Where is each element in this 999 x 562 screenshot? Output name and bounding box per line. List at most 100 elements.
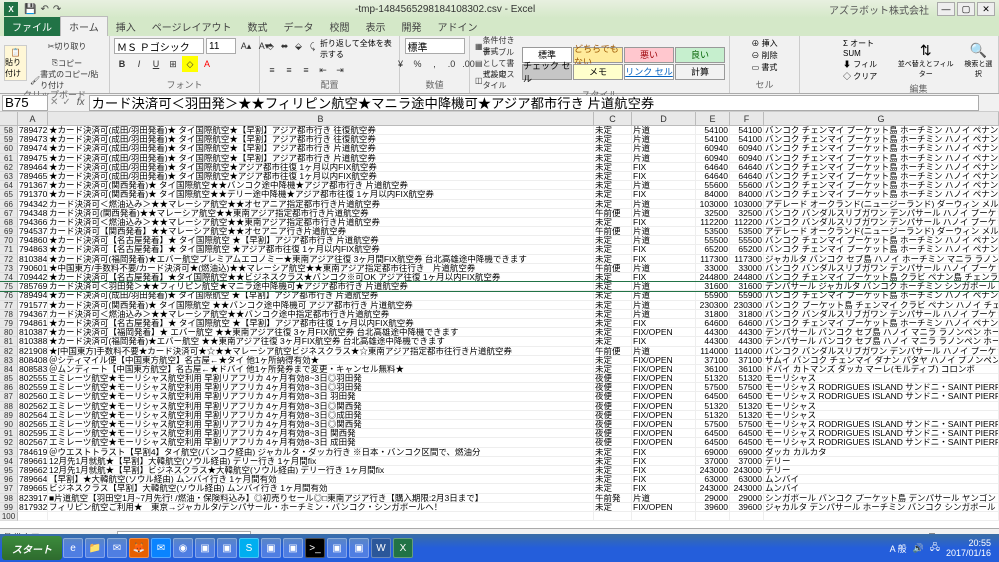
cell[interactable]: ドバイ カトマンズ ダッカ マーレ(モルディブ) コロンボ [764, 365, 999, 374]
cell[interactable]: バンコク チェンマイ プーケット島 ホーチミン ハノイ ペナン島 ヤンゴン マン [764, 291, 999, 300]
table-row[interactable]: 92802567エミレーツ航空★モーリシャス航空利用 早割リアフリカ 4ヶ月有効… [0, 438, 999, 447]
worksheet-grid[interactable]: ABCDEFG 58789472★カード決済可(成田/羽田発着)★ タイ国際航空… [0, 112, 999, 528]
cell[interactable]: アデレード オークランド(ニュージーランド) ダーウィン メルボルン パース( [764, 227, 999, 236]
style-memo[interactable]: メモ [573, 64, 623, 80]
cell[interactable]: 810384 [18, 255, 48, 264]
cell[interactable]: ★中国東方/手数料不要/カード決済可★(燃油込)★★マレーシア航空★★東南アジア… [48, 264, 594, 273]
cell[interactable]: 未定 [594, 135, 632, 144]
cell[interactable]: 64500 [730, 392, 764, 401]
cell[interactable] [18, 512, 48, 521]
cell[interactable]: 54100 [730, 135, 764, 144]
cell[interactable]: 114000 [696, 347, 730, 356]
cell[interactable]: 片道 [632, 181, 696, 190]
cell[interactable]: 64640 [730, 172, 764, 181]
currency-icon[interactable]: ¥ [393, 56, 409, 72]
cell[interactable]: 未定 [594, 245, 632, 254]
cell[interactable]: 29000 [730, 494, 764, 503]
cell[interactable]: 37000 [730, 457, 764, 466]
cell[interactable]: 794863 [18, 245, 48, 254]
cell[interactable]: FIX [632, 484, 696, 493]
style-neutral[interactable]: どちらでもない [573, 47, 623, 63]
cell[interactable]: 未定 [594, 163, 632, 172]
cell[interactable]: ＠ムンディート【中国東方航空】名古屋←★ドバイ 他1ヶ所発券まで変更・キャンセル… [48, 365, 594, 374]
cell[interactable]: 57500 [730, 383, 764, 392]
cell[interactable]: 64500 [730, 438, 764, 447]
cell[interactable]: 55500 [696, 236, 730, 245]
cell[interactable]: バンコク チェンマイ プーケット島 ホーチミン ハノイ ペナン島 ヤンゴン マン [764, 172, 999, 181]
cell[interactable]: 未定 [594, 310, 632, 319]
table-row[interactable]: 62789464★カード決済可(成田/羽田発着)★ タイ国際航空★アジア都市往復… [0, 163, 999, 172]
cell[interactable]: 夜便 [594, 392, 632, 401]
cell-styles-button[interactable]: ◫ セルのスタイル [474, 72, 516, 88]
row-header[interactable]: 80 [0, 328, 18, 337]
row-header[interactable]: 61 [0, 154, 18, 163]
row-header[interactable]: 65 [0, 190, 18, 199]
ribbon-tab-5[interactable]: データ [276, 17, 322, 36]
cell[interactable]: 39600 [696, 503, 730, 512]
row-header[interactable]: 92 [0, 438, 18, 447]
cell[interactable]: 789474 [18, 144, 48, 153]
cell[interactable]: 243000 [696, 466, 730, 475]
cell[interactable]: バンコク チェンマイ プーケット島 ホーチミン ハノイ ペナン島 ヤンゴン マン [764, 163, 999, 172]
cell[interactable]: 243000 [730, 466, 764, 475]
cell[interactable]: 802562 [18, 402, 48, 411]
cell[interactable]: 未定 [594, 328, 632, 337]
clear-button[interactable]: ◇ クリア [843, 71, 887, 82]
fx-icon[interactable]: fx [77, 97, 85, 108]
cell[interactable]: FIX/OPEN [632, 392, 696, 401]
cell[interactable]: 821908 [18, 347, 48, 356]
ribbon-tab-9[interactable]: アドイン [430, 17, 486, 36]
cell[interactable]: 243000 [730, 484, 764, 493]
cell[interactable]: 44300 [730, 328, 764, 337]
format-painter-button[interactable]: 🖌 書式のコピー/貼り付け [29, 72, 105, 88]
cell[interactable]: 午前便 [594, 227, 632, 236]
bold-button[interactable]: B [114, 56, 130, 72]
cell[interactable] [48, 512, 594, 521]
align-middle-icon[interactable]: ⬌ [278, 38, 291, 54]
taskbar-app2-icon[interactable]: ▣ [217, 538, 237, 558]
taskbar-terminal-icon[interactable]: >_ [305, 538, 325, 558]
cell[interactable]: サムイ バンコク チェンマイ ダナン パタヤ ハノイ プノンペン プーケット島 [764, 356, 999, 365]
table-row[interactable]: 58789472★カード決済可(成田/羽田発着)★ タイ国際航空★【早割】アジア… [0, 126, 999, 135]
style-calc[interactable]: 計算 [675, 64, 725, 80]
cell[interactable]: 64640 [696, 172, 730, 181]
tray-network-icon[interactable]: 🖧 [930, 540, 940, 556]
ribbon-tab-2[interactable]: 挿入 [108, 17, 144, 36]
cell[interactable]: FIX [632, 273, 696, 282]
cell[interactable]: 802595 [18, 429, 48, 438]
cell[interactable]: 53500 [730, 227, 764, 236]
cell[interactable]: バンコク バンダルスリブガワン デンパサール ハノイ プーケット島 ジャカル [764, 347, 999, 356]
table-row[interactable]: 91802595エミレーツ航空★モーリシャス航空利用 早割リアフリカ 4ヶ月有効… [0, 429, 999, 438]
cell[interactable]: FIX/OPEN [632, 503, 696, 512]
cell[interactable]: FIX/OPEN [632, 438, 696, 447]
column-header-E[interactable]: E [696, 112, 730, 125]
taskbar-outlook-icon[interactable]: ✉ [107, 538, 127, 558]
cell[interactable]: 802560 [18, 392, 48, 401]
taskbar-chrome-icon[interactable]: ◉ [173, 538, 193, 558]
taskbar-thunderbird-icon[interactable]: ✉ [151, 538, 171, 558]
cell[interactable]: 789472 [18, 126, 48, 135]
cell[interactable]: エミレーツ航空★モーリシャス航空利用 早割リアフリカ 4ヶ月有効8~3日◎羽田発 [48, 374, 594, 383]
cell[interactable]: FIX [632, 190, 696, 199]
cell[interactable]: ジャカルタ バンコク セブ島 ハノイ ホーチミン マニラ ラノンペン ホーチミン… [764, 255, 999, 264]
ribbon-tab-0[interactable]: ファイル [4, 17, 60, 36]
cell[interactable]: 63000 [696, 475, 730, 484]
cell[interactable]: 244800 [696, 273, 730, 282]
row-header[interactable]: 63 [0, 172, 18, 181]
cell[interactable] [730, 512, 764, 521]
cell[interactable]: FIX/OPEN [632, 420, 696, 429]
cell[interactable]: 未定 [594, 154, 632, 163]
cell[interactable]: 片道 [632, 236, 696, 245]
cell[interactable]: FIX/OPEN [632, 356, 696, 365]
cell[interactable]: 未定 [594, 319, 632, 328]
cell[interactable]: モーリシャス RODRIGUES ISLAND サンドニ・SAINT PIERR… [764, 383, 999, 392]
cell[interactable]: ★カード決済可【名古屋発着】★ タイ国際航空 ★アジア都市往復 1ヶ月以内FIX… [48, 245, 594, 254]
orientation-icon[interactable]: ⤹ [306, 38, 319, 54]
font-name-select[interactable] [114, 38, 204, 54]
cell[interactable]: 64500 [696, 392, 730, 401]
cell[interactable] [594, 512, 632, 521]
taskbar-app6-icon[interactable]: ▣ [349, 538, 369, 558]
format-cells-button[interactable]: ▭ 書式 [752, 62, 778, 73]
cell[interactable]: エミレーツ航空★モーリシャス航空利用 早割リアフリカ 4ヶ月有効8~3日◎成田発 [48, 411, 594, 420]
cell[interactable]: FIX [632, 245, 696, 254]
